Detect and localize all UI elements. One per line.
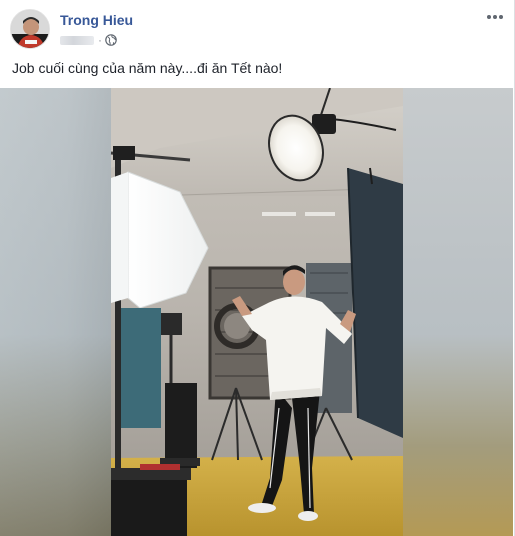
globe-icon[interactable]: [105, 34, 117, 46]
ellipsis-icon-dot: [493, 15, 497, 19]
avatar[interactable]: [10, 9, 50, 49]
ellipsis-icon-dot: [487, 15, 491, 19]
post-meta: ·: [60, 33, 117, 47]
post-header: Trong Hieu ·: [0, 0, 514, 58]
avatar-image: [11, 10, 49, 48]
post-caption: Job cuối cùng của năm này....đi ăn Tết n…: [12, 60, 283, 76]
more-options-button[interactable]: [485, 9, 505, 25]
timestamp-blurred[interactable]: [60, 35, 94, 45]
ellipsis-icon-dot: [499, 15, 503, 19]
author-name-link[interactable]: Trong Hieu: [60, 12, 133, 28]
studio-scene: [110, 88, 404, 536]
facebook-post: Trong Hieu · Job cuối cùng của năm này..…: [0, 0, 515, 536]
post-video[interactable]: [0, 88, 513, 536]
meta-separator: ·: [98, 33, 102, 47]
video-frame: [0, 88, 513, 536]
